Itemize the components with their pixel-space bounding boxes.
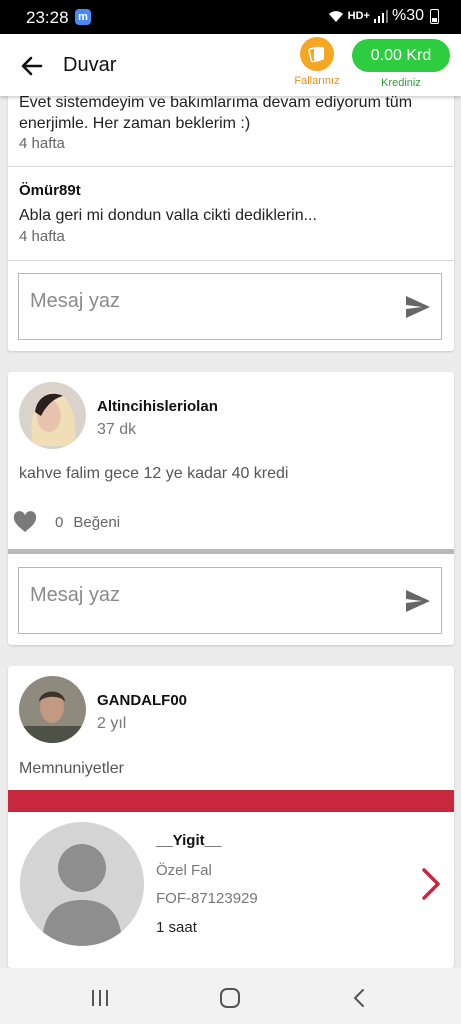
default-avatar-icon (20, 822, 144, 946)
like-label: Beğeni (73, 513, 121, 531)
system-nav-bar (0, 968, 461, 1024)
page-title: Duvar (63, 54, 117, 76)
post-text: kahve falim gece 12 ye kadar 40 kredi (19, 465, 289, 482)
section-label: Memnuniyetler (19, 760, 124, 777)
wifi-icon (328, 10, 343, 22)
battery-icon (430, 8, 439, 24)
post-card: Altincihisleriolan 37 dk kahve falim gec… (8, 372, 454, 645)
comment-time: 4 hafta (19, 135, 65, 152)
fallar-label: Fallarınız (294, 75, 340, 87)
satisfaction-time: 1 saat (156, 919, 197, 936)
send-icon[interactable] (405, 295, 431, 319)
credit-value: 0.00 Krd (352, 39, 450, 72)
post-username[interactable]: Altincihisleriolan (97, 398, 218, 415)
comment-divider (8, 260, 454, 261)
heart-icon (13, 511, 37, 532)
satisfaction-code: FOF-87123929 (156, 890, 258, 907)
network-type: HD+ (347, 10, 370, 22)
message-input[interactable]: Mesaj yaz (18, 567, 442, 634)
credit-button[interactable]: 0.00 Krd Krediniz (352, 39, 450, 89)
comment-author: Ömür89t (19, 182, 81, 199)
recent-apps-icon[interactable] (88, 986, 112, 1010)
post-username[interactable]: GANDALF00 (97, 692, 187, 709)
battery-percent: %30 (391, 7, 424, 24)
chevron-right-icon[interactable] (420, 867, 442, 901)
comment-divider (8, 166, 454, 167)
avatar[interactable] (19, 382, 86, 449)
fallar-button[interactable]: Fallarınız (290, 37, 344, 87)
like-button[interactable]: 0 Beğeni (13, 511, 120, 533)
home-icon[interactable] (218, 986, 242, 1010)
signal-icon (373, 9, 388, 23)
send-icon[interactable] (405, 589, 431, 613)
comment-item: Ömür89t Abla geri mi dondun valla cikti … (19, 182, 444, 245)
fortune-cards-icon (300, 37, 334, 71)
app-bar: Duvar Fallarınız 0.00 Krd Krediniz (0, 34, 461, 96)
status-time: 23:28 (26, 8, 69, 27)
message-placeholder: Mesaj yaz (30, 290, 121, 312)
status-indicators: HD+ %30 (328, 7, 439, 25)
post-card-comments: Evet sistemdeyim ve bakımlarıma devam ed… (8, 80, 454, 351)
notification-app-icon: m (75, 9, 91, 25)
satisfaction-type: Özel Fal (156, 862, 212, 879)
avatar[interactable] (19, 676, 86, 743)
comment-text: Abla geri mi dondun valla cikti dedikler… (19, 207, 317, 224)
status-bar: 23:28 m HD+ %30 (0, 0, 461, 34)
satisfaction-item[interactable]: __Yigit__ Özel Fal FOF-87123929 1 saat (8, 812, 454, 968)
comment-item: Evet sistemdeyim ve bakımlarıma devam ed… (19, 92, 444, 152)
like-count: 0 (55, 513, 64, 531)
comment-time: 4 hafta (19, 228, 65, 245)
post-separator (8, 549, 454, 554)
back-arrow-icon[interactable] (16, 50, 48, 82)
post-card-satisfaction: GANDALF00 2 yıl Memnuniyetler __Yigit__ … (8, 666, 454, 968)
post-time: 37 dk (97, 421, 137, 438)
message-input[interactable]: Mesaj yaz (18, 273, 442, 340)
message-placeholder: Mesaj yaz (30, 584, 121, 606)
satisfaction-name: __Yigit__ (156, 832, 222, 849)
section-header-bar (8, 790, 454, 812)
post-time: 2 yıl (97, 715, 127, 732)
credit-label: Krediniz (381, 77, 421, 89)
comment-text: Evet sistemdeyim ve bakımlarıma devam ed… (19, 94, 413, 132)
back-nav-icon[interactable] (348, 986, 372, 1010)
